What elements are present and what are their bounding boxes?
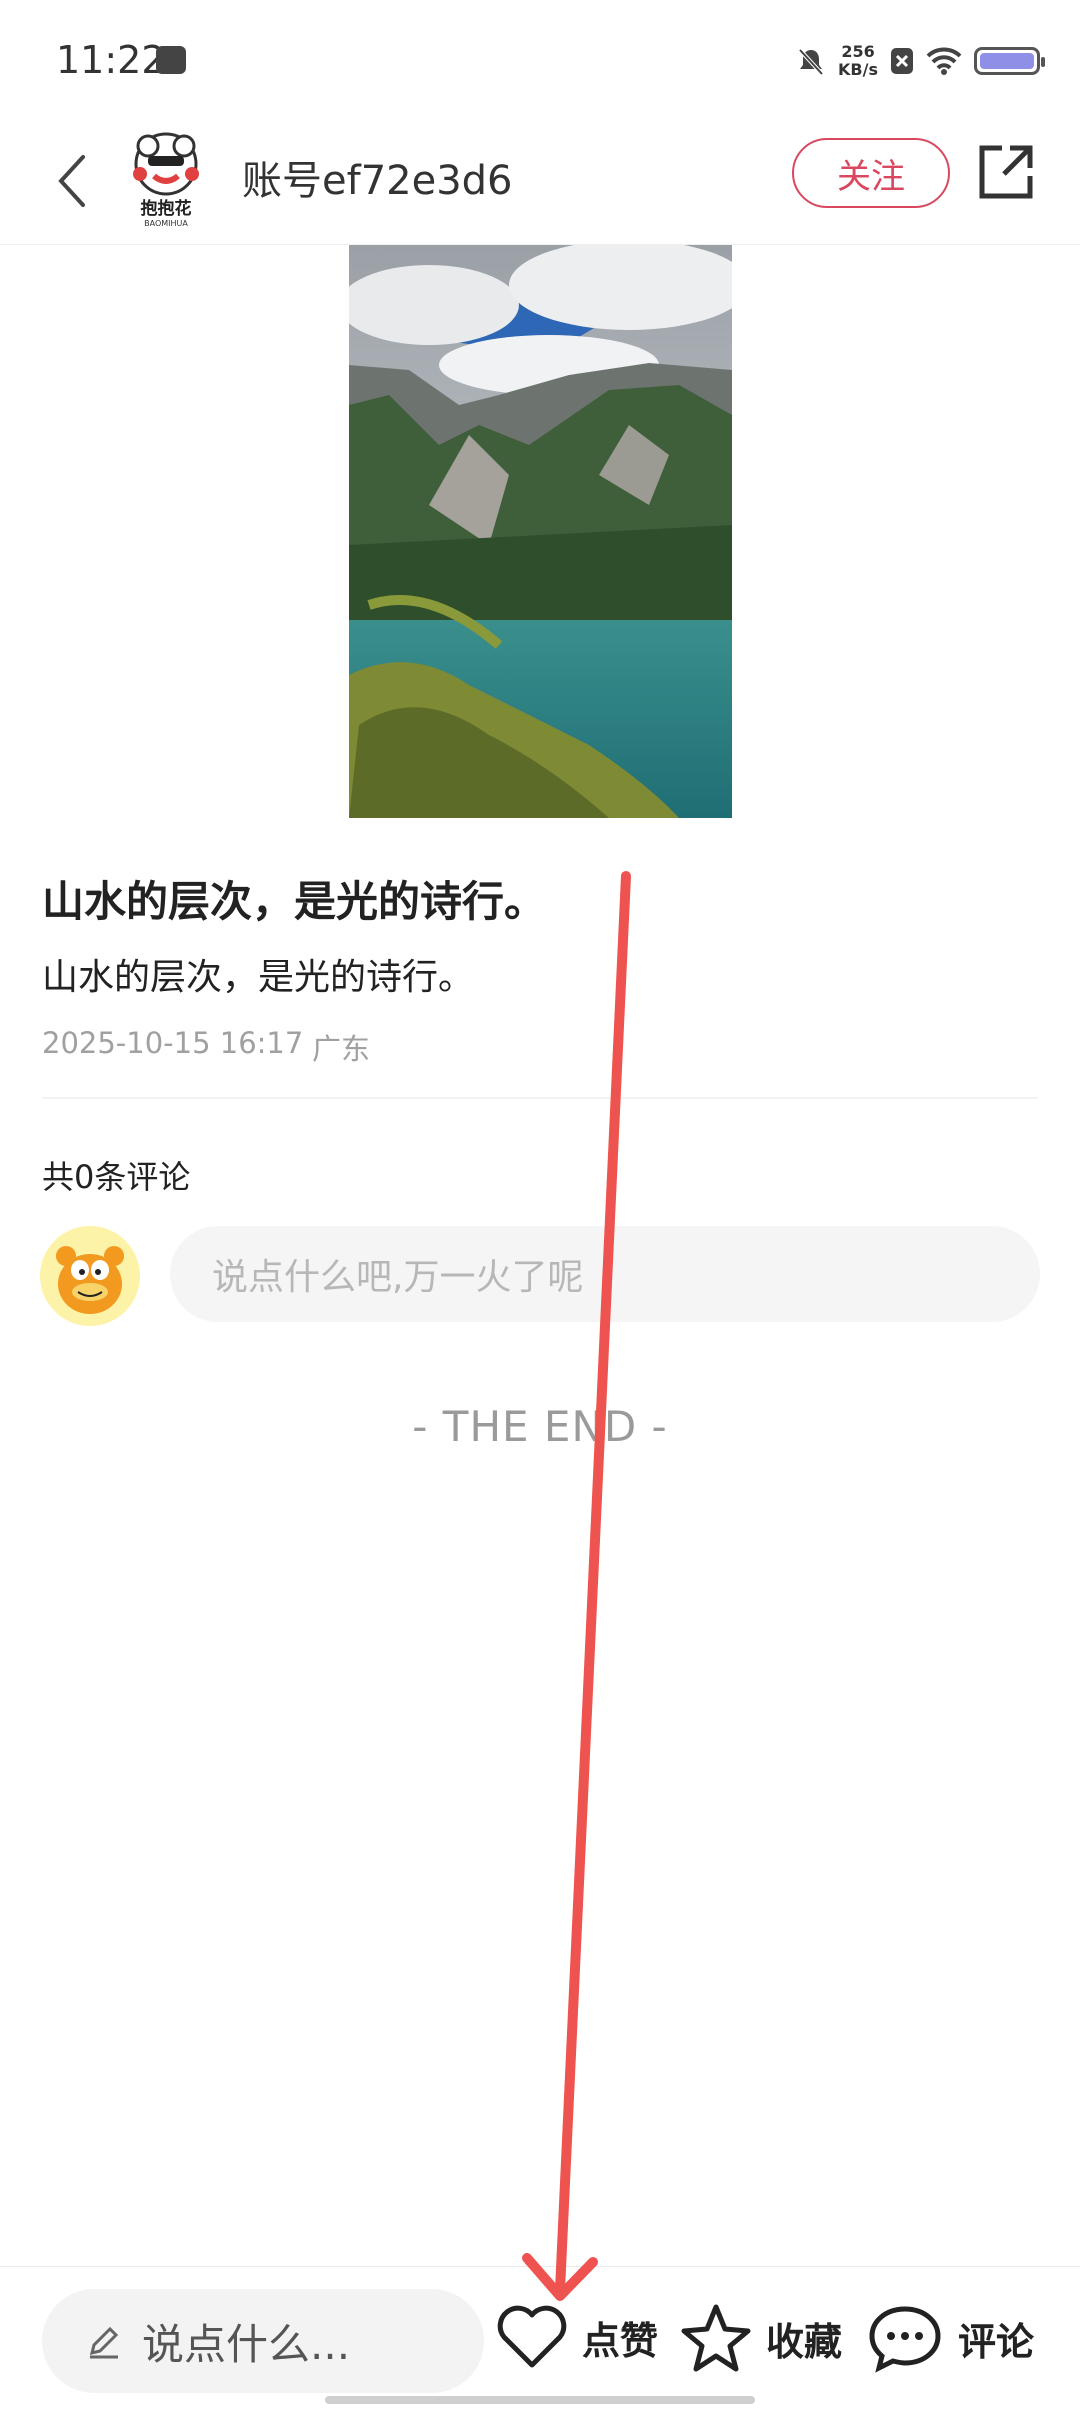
net-speed: 256 KB/s (838, 43, 878, 79)
post-date: 2025-10-15 16:17 (42, 1026, 304, 1060)
post-image[interactable] (349, 245, 732, 818)
favorite-button[interactable]: 收藏 (680, 2303, 842, 2373)
chat-bubble-icon (869, 2306, 941, 2373)
post-title: 山水的层次，是光的诗行。 (42, 877, 547, 926)
bottom-input-placeholder: 说点什么... (142, 2319, 351, 2369)
post-location: 广东 (312, 1032, 371, 1066)
star-icon (681, 2304, 751, 2372)
pencil-icon (89, 2326, 119, 2359)
status-icons: 256 KB/s (796, 38, 1045, 84)
wifi-icon (926, 47, 962, 75)
bottom-action-bar: 说点什么... 点赞 收藏 评论 (0, 2266, 1080, 2409)
share-icon (979, 145, 1033, 199)
post-body: 山水的层次，是光的诗行。 (42, 957, 475, 998)
divider (42, 1097, 1038, 1099)
avatar (40, 1226, 140, 1326)
account-logo[interactable]: 抱抱花 BAOMIHUA (128, 128, 204, 228)
heart-icon (497, 2305, 567, 2368)
notification-icon (156, 46, 186, 74)
like-button[interactable]: 点赞 (496, 2303, 658, 2371)
favorite-label: 收藏 (766, 2319, 843, 2364)
home-indicator[interactable] (325, 2396, 755, 2404)
comment-button[interactable]: 评论 (866, 2303, 1034, 2373)
net-speed-value: 256 (841, 42, 875, 61)
logo-text: 抱抱花 (141, 198, 192, 219)
comment-count: 共0条评论 (42, 1158, 191, 1196)
post-header: 抱抱花 BAOMIHUA 账号ef72e3d6 关注 (0, 120, 1080, 245)
account-name[interactable]: 账号ef72e3d6 (242, 148, 513, 206)
mute-icon (798, 48, 824, 76)
back-button[interactable] (42, 146, 102, 216)
net-speed-unit: KB/s (838, 60, 878, 79)
sim-icon (891, 48, 913, 74)
comment-input[interactable]: 说点什么吧,万一火了呢 (170, 1226, 1040, 1322)
like-label: 点赞 (582, 2318, 659, 2363)
battery-icon (974, 47, 1045, 75)
logo-subtext: BAOMIHUA (144, 219, 188, 228)
chevron-left-icon (58, 155, 85, 207)
comment-label: 评论 (958, 2319, 1035, 2364)
status-time: 11:22 (56, 38, 166, 82)
share-button[interactable] (976, 142, 1036, 202)
bottom-comment-input[interactable]: 说点什么... (42, 2289, 484, 2393)
follow-button[interactable]: 关注 (792, 138, 950, 208)
end-label: - THE END - (412, 1402, 668, 1451)
